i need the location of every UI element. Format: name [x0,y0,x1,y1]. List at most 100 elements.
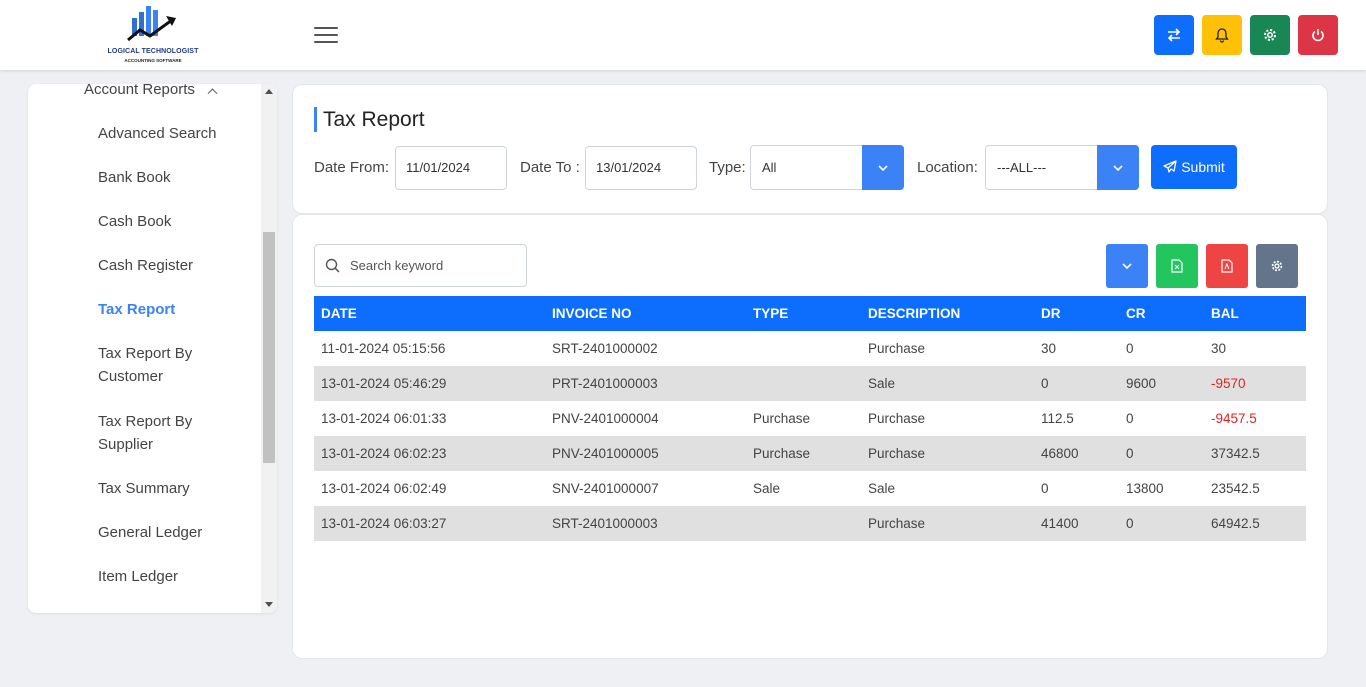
cell-type: Sale [753,481,781,496]
cell-bal: 23542.5 [1211,481,1260,496]
tax-report-table: DATE INVOICE NO TYPE DESCRIPTION DR CR B… [314,296,1306,541]
date-from-label: Date From: [314,159,390,176]
switch-icon [1167,28,1181,42]
menu-toggle-icon[interactable] [314,27,338,45]
pdf-icon [1221,259,1233,273]
filter-card: Tax Report Date From: 11/01/2024 Date To… [292,84,1328,214]
cell-description: Purchase [868,446,926,461]
export-pdf-button[interactable] [1206,244,1248,288]
logo-icon [127,6,176,42]
cell-date: 13-01-2024 06:01:33 [321,411,447,426]
table-row[interactable]: 11-01-2024 05:15:56 SRT-2401000002 Purch… [314,331,1306,366]
type-select[interactable]: All [750,145,904,190]
excel-icon [1171,259,1183,273]
table-row[interactable]: 13-01-2024 06:03:27 SRT-2401000003 Purch… [314,506,1306,541]
bell-icon [1215,28,1229,43]
sidebar-item-general-ledger[interactable]: General Ledger [98,521,202,544]
scrollbar-thumb[interactable] [263,232,275,463]
app-logo[interactable]: LOGICAL TECHNOLOGIST ACCOUNTING SOFTWARE [106,4,200,66]
table-settings-button[interactable] [1256,244,1298,288]
sidebar-item-bank-book[interactable]: Bank Book [98,166,171,189]
cell-bal: 30 [1211,341,1227,356]
sidebar-group-account-reports[interactable]: Account Reports [84,84,218,101]
cell-type [746,331,861,366]
chevron-down-icon[interactable] [1097,145,1139,190]
date-to-input[interactable]: 13/01/2024 [585,146,697,190]
column-header-type[interactable]: TYPE [746,296,861,331]
gear-icon [1271,260,1283,272]
cell-description: Purchase [868,341,926,356]
cell-dr: 30 [1041,341,1057,356]
location-select-value: ---ALL--- [997,160,1047,175]
scroll-down-arrow-icon[interactable] [265,602,273,607]
cell-bal: 64942.5 [1211,516,1260,531]
cell-cr: 0 [1126,446,1134,461]
sidebar-item-tax-report-by-customer[interactable]: Tax Report By Customer [98,342,218,388]
column-header-dr[interactable]: DR [1034,296,1119,331]
column-header-invoice-no[interactable]: INVOICE NO [545,296,746,331]
cell-invoice-no: SRT-2401000003 [552,516,658,531]
sidebar-item-tax-report-by-supplier[interactable]: Tax Report By Supplier [98,410,218,456]
column-header-bal[interactable]: BAL [1204,296,1306,331]
top-header: LOGICAL TECHNOLOGIST ACCOUNTING SOFTWARE [0,0,1366,70]
sidebar-group-label: Account Reports [84,84,195,98]
sidebar-scrollbar[interactable] [261,84,277,613]
chevron-down-icon[interactable] [862,145,904,190]
table-row[interactable]: 13-01-2024 06:02:49 SNV-2401000007 Sale … [314,471,1306,506]
search-icon [325,258,340,273]
cell-date: 13-01-2024 05:46:29 [321,376,447,391]
location-select[interactable]: ---ALL--- [985,145,1139,190]
column-header-date[interactable]: DATE [314,296,545,331]
logout-button[interactable] [1298,15,1338,55]
table-row[interactable]: 13-01-2024 06:01:33 PNV-2401000004 Purch… [314,401,1306,436]
notifications-button[interactable] [1202,15,1242,55]
scroll-up-arrow-icon[interactable] [265,89,273,94]
paper-plane-icon [1163,160,1177,173]
gear-icon [1264,29,1276,41]
sidebar-item-tax-summary[interactable]: Tax Summary [98,477,190,500]
cell-description: Sale [868,376,896,391]
cell-dr: 0 [1041,376,1049,391]
cell-cr: 9600 [1126,376,1157,391]
cell-description: Sale [868,481,896,496]
table-row[interactable]: 13-01-2024 05:46:29 PRT-2401000003 Sale … [314,366,1306,401]
switch-button[interactable] [1154,15,1194,55]
cell-cr: 0 [1126,516,1134,531]
cell-date: 13-01-2024 06:03:27 [321,516,447,531]
column-header-description[interactable]: DESCRIPTION [861,296,1034,331]
cell-dr: 0 [1041,481,1049,496]
cell-invoice-no: PNV-2401000005 [552,446,659,461]
column-header-cr[interactable]: CR [1119,296,1204,331]
cell-description: Purchase [868,516,926,531]
logo-title: LOGICAL TECHNOLOGIST [107,48,199,55]
cell-invoice-no: SRT-2401000002 [552,341,658,356]
sidebar-item-tax-report[interactable]: Tax Report [98,298,175,321]
submit-button[interactable]: Submit [1151,145,1237,189]
cell-dr: 41400 [1041,516,1079,531]
cell-bal: 37342.5 [1211,446,1260,461]
sidebar: Account Reports Advanced Search Bank Boo… [28,84,277,613]
table-row[interactable]: 13-01-2024 06:02:23 PNV-2401000005 Purch… [314,436,1306,471]
cell-type: Purchase [753,446,811,461]
chevron-up-icon [207,88,218,99]
cell-bal: -9570 [1211,376,1246,391]
cell-cr: 13800 [1126,481,1164,496]
report-card: Search keyword DATE INVOICE NO TYPE DESC… [292,214,1328,659]
settings-button[interactable] [1250,15,1290,55]
cell-type [746,506,861,541]
search-placeholder: Search keyword [350,258,444,273]
cell-invoice-no: PNV-2401000004 [552,411,659,426]
sidebar-item-item-ledger[interactable]: Item Ledger [98,565,178,588]
cell-bal: -9457.5 [1211,411,1257,426]
cell-date: 13-01-2024 06:02:23 [321,446,447,461]
cell-description: Purchase [868,411,926,426]
sidebar-item-cash-book[interactable]: Cash Book [98,210,171,233]
columns-dropdown-button[interactable] [1106,244,1148,288]
sidebar-item-cash-register[interactable]: Cash Register [98,254,193,277]
sidebar-item-advanced-search[interactable]: Advanced Search [98,122,216,145]
page-title: Tax Report [314,107,425,132]
search-input[interactable]: Search keyword [314,244,527,287]
export-excel-button[interactable] [1156,244,1198,288]
date-from-input[interactable]: 11/01/2024 [395,146,507,190]
cell-type [746,366,861,401]
